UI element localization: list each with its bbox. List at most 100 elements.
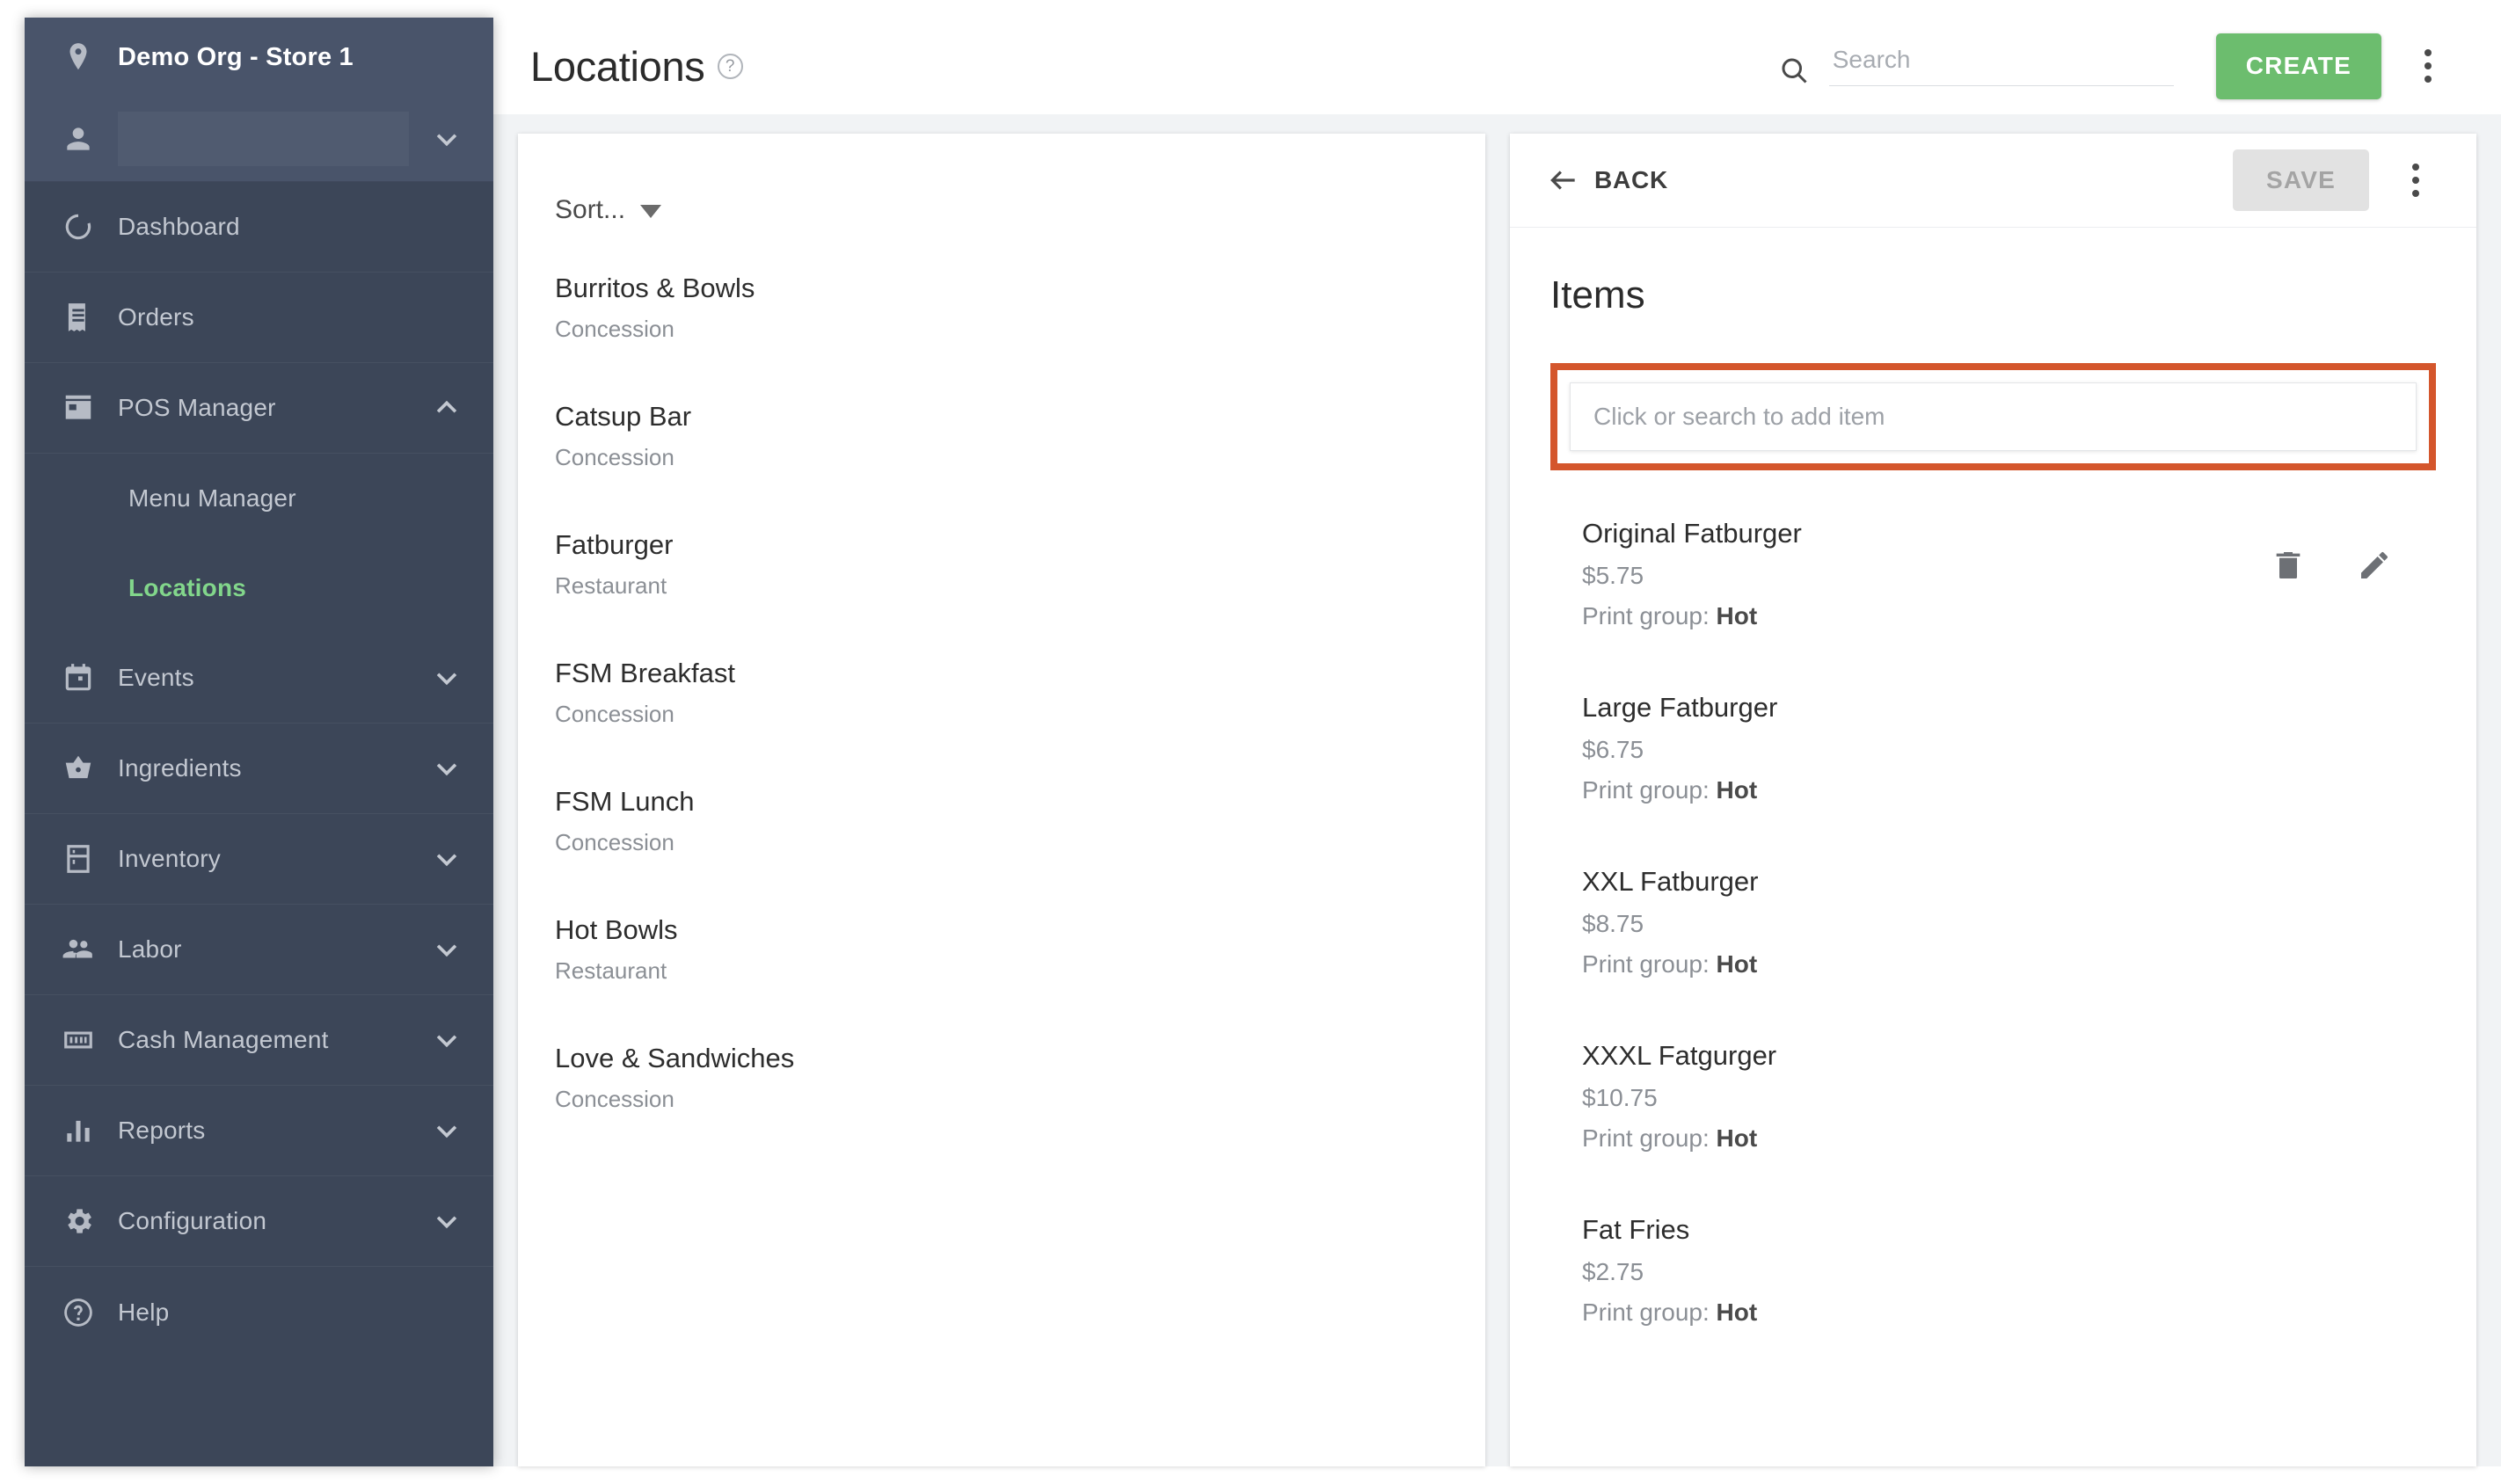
sidebar: Demo Org - Store 1 Dashboard Orders POS … [25,18,493,1466]
sidebar-item-label: Reports [118,1117,206,1144]
help-icon[interactable]: ? [717,54,743,79]
sidebar-item-label: Help [118,1298,170,1326]
user-selector[interactable] [25,97,493,182]
item-price: $2.75 [1582,1258,1644,1285]
dashboard-icon [62,210,95,244]
sidebar-item-dashboard[interactable]: Dashboard [25,182,493,273]
create-button[interactable]: CREATE [2215,33,2381,99]
sidebar-item-orders[interactable]: Orders [25,273,493,363]
fridge-icon [62,842,95,876]
page-title: Locations? [530,42,743,91]
item-print-group: Print group: Hot [1582,950,2429,978]
page-title-text: Locations [530,42,705,90]
more-vertical-icon-dot [2424,49,2432,56]
location-pin-icon [62,40,95,74]
item-row[interactable]: Large Fatburger $6.75 Print group: Hot [1550,669,2436,843]
sort-label: Sort... [555,195,626,224]
location-name: Burritos & Bowls [555,273,755,303]
print-group-prefix: Print group: [1582,602,1717,629]
sidebar-item-inventory[interactable]: Inventory [25,814,493,905]
location-type: Restaurant [555,957,667,984]
item-row[interactable]: Original Fatburger $5.75 Print group: Ho… [1550,495,2436,669]
pencil-icon[interactable] [2357,548,2392,583]
back-button[interactable]: BACK [1547,164,1668,197]
save-button[interactable]: SAVE [2233,149,2369,211]
list-item[interactable]: Catsup Bar Concession [518,401,1485,471]
cash-icon [62,1023,95,1057]
sidebar-item-cash-management[interactable]: Cash Management [25,995,493,1086]
chevron-down-icon [436,134,457,147]
item-print-group: Print group: Hot [1582,1298,2429,1327]
item-name: XXL Fatburger [1582,866,1759,897]
sidebar-item-label: Events [118,664,194,691]
chevron-down-icon [436,944,457,957]
item-price: $8.75 [1582,910,1644,937]
sidebar-item-configuration[interactable]: Configuration [25,1176,493,1267]
sidebar-item-label: Orders [118,303,194,331]
chevron-down-icon [436,1216,457,1229]
sidebar-item-pos-manager[interactable]: POS Manager [25,363,493,454]
detail-body: Items Original Fatburger $5.75 Print gro… [1510,228,2476,1466]
user-field[interactable] [118,112,409,166]
top-overflow-menu-button[interactable] [2401,39,2455,93]
location-name: Catsup Bar [555,401,692,432]
more-vertical-icon-dot [2412,177,2419,184]
top-bar: Locations? CREATE [493,18,2501,114]
list-item[interactable]: FSM Lunch Concession [518,786,1485,856]
location-type: Restaurant [555,572,667,599]
print-group-prefix: Print group: [1582,950,1717,978]
store-icon [62,391,95,425]
item-row[interactable]: XXL Fatburger $8.75 Print group: Hot [1550,843,2436,1017]
gear-icon [62,1204,95,1238]
detail-overflow-menu-button[interactable] [2388,153,2443,207]
locations-list: Burritos & Bowls Concession Catsup Bar C… [518,232,1485,1466]
list-item[interactable]: Love & Sandwiches Concession [518,1043,1485,1113]
print-group-prefix: Print group: [1582,1124,1717,1152]
sidebar-item-labor[interactable]: Labor [25,905,493,995]
chevron-down-icon [436,854,457,867]
item-row[interactable]: Fat Fries $2.75 Print group: Hot [1550,1191,2436,1365]
detail-header: BACK SAVE [1510,134,2476,228]
sidebar-item-label: Configuration [118,1207,267,1234]
item-name: XXXL Fatgurger [1582,1040,1777,1071]
item-info: Large Fatburger $6.75 Print group: Hot [1582,692,2429,804]
list-item[interactable]: Burritos & Bowls Concession [518,273,1485,343]
location-type: Concession [555,1086,674,1112]
sort-dropdown[interactable]: Sort... [518,134,1485,232]
search-box [1778,46,2174,86]
item-info: Fat Fries $2.75 Print group: Hot [1582,1214,2429,1327]
item-row[interactable]: XXXL Fatgurger $10.75 Print group: Hot [1550,1017,2436,1191]
sidebar-top-section: Demo Org - Store 1 [25,18,493,182]
org-selector[interactable]: Demo Org - Store 1 [25,18,493,97]
item-print-group: Print group: Hot [1582,602,2271,630]
search-icon[interactable] [1778,55,1810,86]
sidebar-item-help[interactable]: Help [25,1267,493,1357]
list-item[interactable]: Hot Bowls Restaurant [518,914,1485,985]
search-input[interactable] [1828,46,2174,86]
location-name: FSM Lunch [555,786,695,817]
trash-icon[interactable] [2271,548,2306,583]
print-group-prefix: Print group: [1582,1298,1717,1326]
print-group-value: Hot [1716,602,1758,629]
sidebar-item-label: POS Manager [118,394,276,421]
arrow-left-icon [1547,164,1580,197]
location-name: FSM Breakfast [555,658,735,688]
more-vertical-icon-dot [2424,76,2432,83]
chevron-up-icon [436,400,457,413]
chevron-down-icon [436,673,457,686]
list-item[interactable]: FSM Breakfast Concession [518,658,1485,728]
list-item[interactable]: Fatburger Restaurant [518,529,1485,600]
item-info: Original Fatburger $5.75 Print group: Ho… [1582,518,2271,630]
location-name: Hot Bowls [555,914,678,945]
sidebar-item-ingredients[interactable]: Ingredients [25,724,493,814]
add-item-input[interactable] [1570,382,2417,451]
location-type: Concession [555,701,674,727]
sidebar-item-label: Dashboard [118,213,240,240]
sidebar-item-menu-manager[interactable]: Menu Manager [25,454,493,543]
print-group-prefix: Print group: [1582,776,1717,804]
item-price: $5.75 [1582,562,1644,589]
item-name: Fat Fries [1582,1214,1690,1245]
sidebar-item-reports[interactable]: Reports [25,1086,493,1176]
sidebar-item-events[interactable]: Events [25,633,493,724]
sidebar-item-locations[interactable]: Locations [25,543,493,633]
